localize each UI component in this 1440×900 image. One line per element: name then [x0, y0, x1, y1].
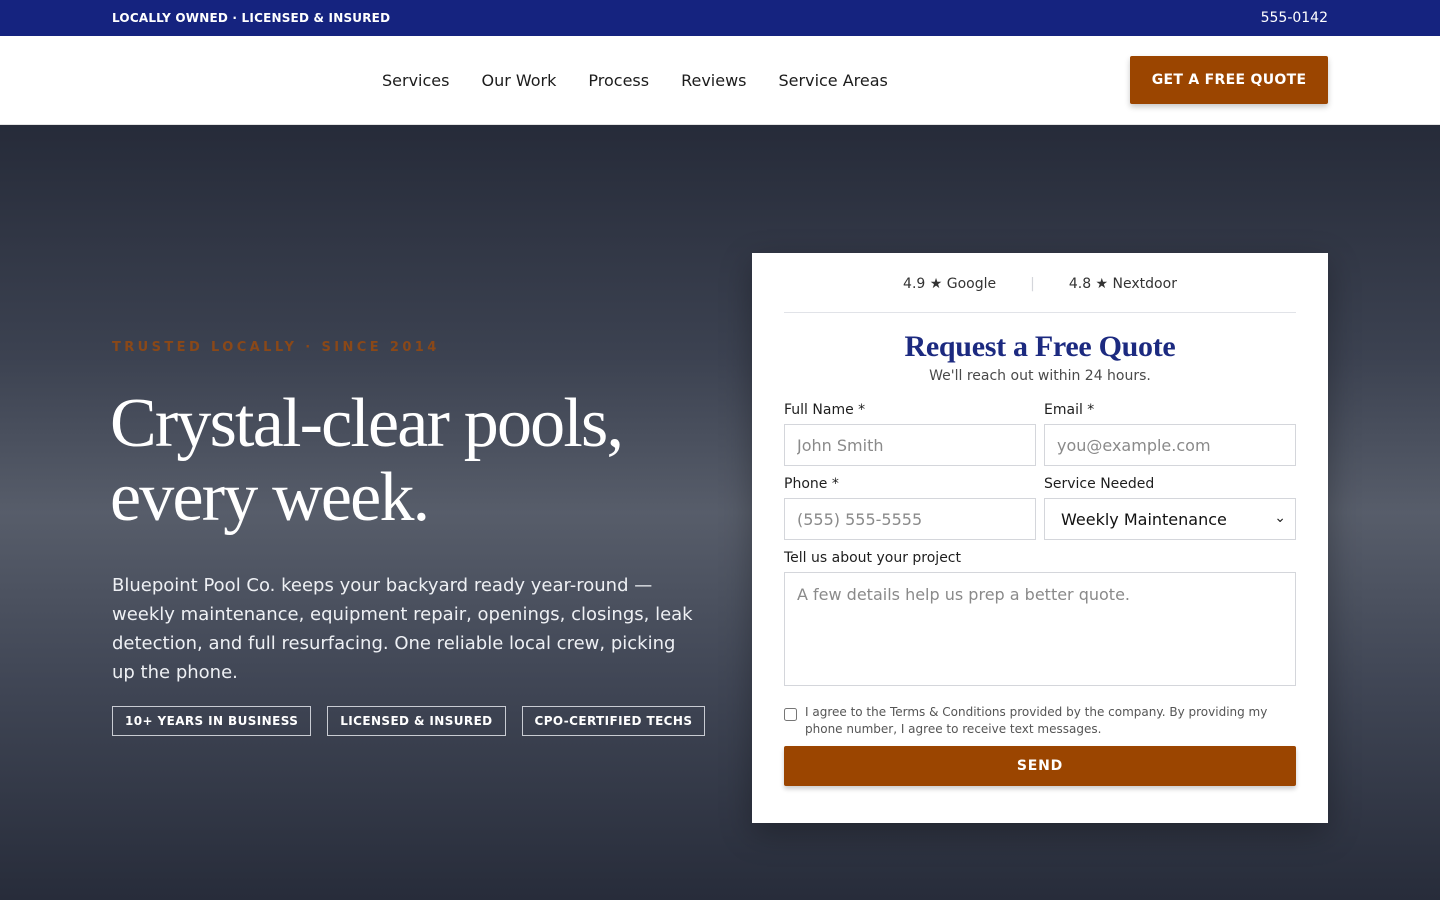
form-row-phone-service: Phone * Service Needed Weekly Maintenanc… [784, 476, 1296, 540]
name-field-group: Full Name * [784, 402, 1036, 466]
service-field-group: Service Needed Weekly Maintenance ⌄ [1044, 476, 1296, 540]
badge-certified: CPO-CERTIFIED TECHS [521, 706, 706, 736]
get-free-quote-button[interactable]: GET A FREE QUOTE [1130, 56, 1328, 104]
phone-label: Phone * [784, 476, 839, 492]
project-label: Tell us about your project [784, 550, 961, 566]
badge-years: 10+ YEARS IN BUSINESS [112, 706, 312, 736]
ratings-row: 4.9 ★ Google | 4.8 ★ Nextdoor [784, 253, 1296, 313]
nav-link-services[interactable]: Services [382, 71, 449, 90]
send-button[interactable]: SEND [784, 746, 1296, 786]
email-label: Email * [1044, 402, 1095, 418]
consent-text: I agree to the Terms & Conditions provid… [805, 705, 1268, 736]
quote-form: 4.9 ★ Google | 4.8 ★ Nextdoor Request a … [752, 253, 1328, 823]
nav-link-process[interactable]: Process [588, 71, 649, 90]
service-label: Service Needed [1044, 476, 1155, 492]
badge-licensed: LICENSED & INSURED [327, 706, 506, 736]
nav-links: Services Our Work Process Reviews Servic… [382, 36, 888, 125]
hero-headline: Crystal-clear pools, every week. [110, 385, 624, 536]
hero-section: TRUSTED LOCALLY · SINCE 2014 Crystal-cle… [0, 125, 1440, 900]
ratings-divider: | [1030, 275, 1035, 292]
nav-link-service-areas[interactable]: Service Areas [779, 71, 888, 90]
form-subtitle: We'll reach out within 24 hours. [929, 368, 1151, 384]
top-bar: LOCALLY OWNED · LICENSED & INSURED 555-0… [0, 0, 1440, 36]
project-textarea[interactable] [784, 572, 1296, 686]
hero-intro: Bluepoint Pool Co. keeps your backyard r… [112, 575, 693, 683]
consent-checkbox[interactable] [784, 708, 797, 721]
email-field-group: Email * [1044, 402, 1296, 466]
main-nav: Services Our Work Process Reviews Servic… [0, 36, 1440, 125]
form-title: Request a Free Quote [904, 330, 1176, 363]
service-select-wrap: Weekly Maintenance ⌄ [1044, 498, 1296, 540]
consent-row: I agree to the Terms & Conditions provid… [784, 704, 1296, 738]
top-bar-tagline: LOCALLY OWNED · LICENSED & INSURED [112, 11, 391, 25]
top-bar-phone[interactable]: 555-0142 [1261, 10, 1328, 26]
form-row-name-email: Full Name * Email * [784, 402, 1296, 466]
nav-link-our-work[interactable]: Our Work [481, 71, 556, 90]
full-name-input[interactable] [784, 424, 1036, 466]
nav-link-reviews[interactable]: Reviews [681, 71, 746, 90]
email-input[interactable] [1044, 424, 1296, 466]
phone-field-group: Phone * [784, 476, 1036, 540]
trust-badges: 10+ YEARS IN BUSINESS LICENSED & INSURED… [112, 706, 706, 736]
name-label: Full Name * [784, 402, 866, 418]
phone-input[interactable] [784, 498, 1036, 540]
service-select[interactable]: Weekly Maintenance [1044, 498, 1296, 540]
rating-google: 4.9 ★ Google [903, 275, 997, 292]
project-field-group: Tell us about your project [784, 550, 1296, 690]
hero-eyebrow: TRUSTED LOCALLY · SINCE 2014 [112, 340, 440, 355]
rating-nextdoor: 4.8 ★ Nextdoor [1068, 275, 1177, 292]
